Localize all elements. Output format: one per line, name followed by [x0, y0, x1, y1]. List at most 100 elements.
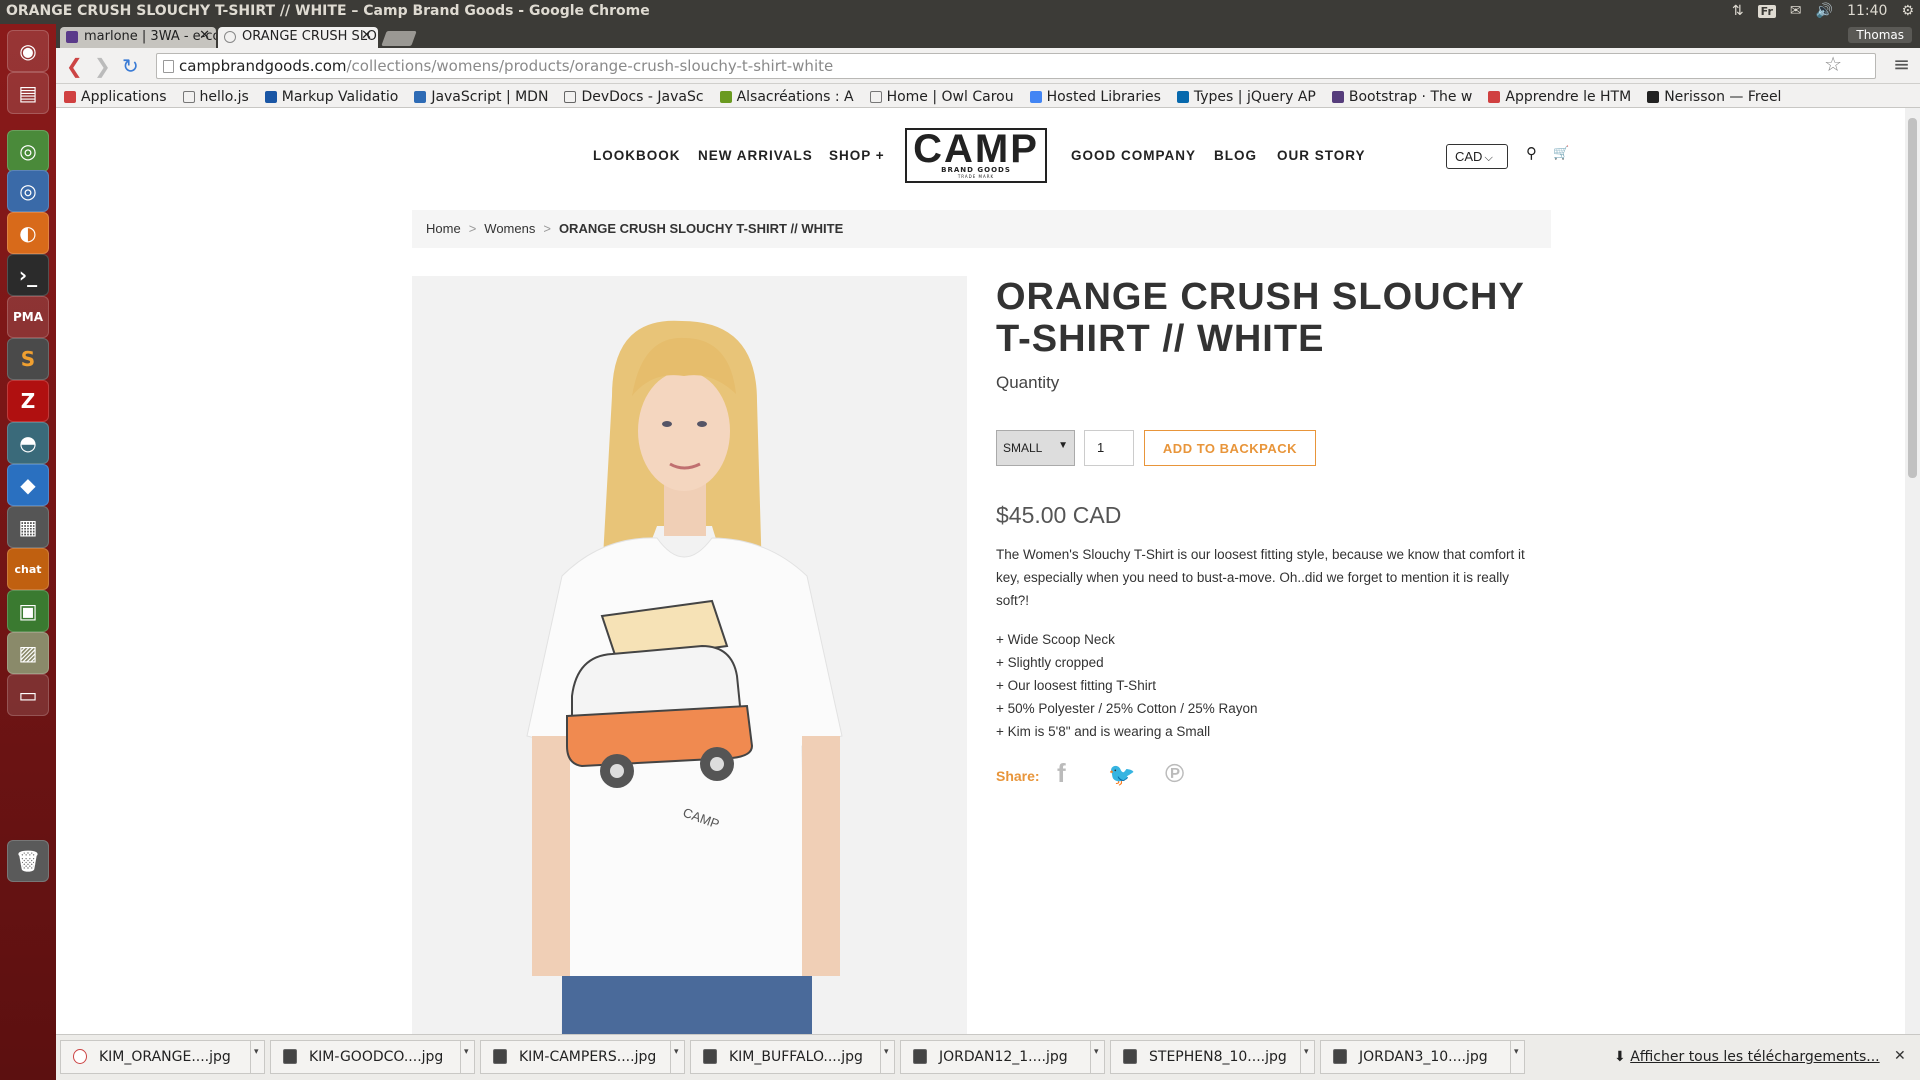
bootstrap-icon — [1331, 90, 1344, 103]
camp-logo[interactable]: CAMP BRAND GOODS TRADE MARK — [905, 128, 1047, 183]
bookmark-label: Nerisson — Freel — [1664, 88, 1782, 105]
tab-product[interactable]: ORANGE CRUSH SLO ✕ — [218, 27, 378, 48]
download-menu-arrow-icon[interactable]: ▾ — [250, 1041, 264, 1073]
quantity-input[interactable]: 1 — [1084, 430, 1134, 466]
cart-icon[interactable]: 🛒 — [1553, 146, 1569, 161]
logo-subtitle: BRAND GOODS — [941, 166, 1011, 174]
logo-wordmark: CAMP — [913, 127, 1039, 171]
remote-desktop-icon[interactable]: ◓ — [7, 422, 49, 464]
add-to-backpack-button[interactable]: ADD TO BACKPACK — [1144, 430, 1316, 466]
download-item[interactable]: KIM_BUFFALO....jpg ▾ — [690, 1040, 895, 1074]
bookmark-item[interactable]: hello.js — [182, 86, 249, 107]
download-item[interactable]: JORDAN3_10....jpg ▾ — [1320, 1040, 1525, 1074]
size-select[interactable]: SMALL ▼ — [996, 430, 1075, 466]
download-filename: KIM-GOODCO....jpg — [309, 1049, 444, 1065]
close-tab-icon[interactable]: ✕ — [199, 28, 210, 43]
breadcrumb-womens[interactable]: Womens — [484, 221, 535, 236]
page-scrollbar[interactable] — [1905, 108, 1920, 1034]
twitter-icon[interactable]: 🐦 — [1108, 762, 1135, 788]
download-menu-arrow-icon[interactable]: ▾ — [460, 1041, 474, 1073]
download-filename: JORDAN3_10....jpg — [1359, 1049, 1488, 1065]
bookmark-item[interactable]: Home | Owl Carou — [869, 86, 1014, 107]
forward-arrow-icon[interactable]: ❯ — [94, 54, 111, 78]
bookmark-item[interactable]: Alsacréations : A — [719, 86, 854, 107]
reload-icon[interactable]: ↻ — [122, 54, 139, 78]
network-icon[interactable]: ⇅ — [1732, 3, 1744, 19]
download-item[interactable]: STEPHEN8_10....jpg ▾ — [1110, 1040, 1315, 1074]
terminal-icon[interactable]: ›_ — [7, 254, 49, 296]
bookmark-label: Hosted Libraries — [1046, 88, 1161, 105]
chrome-icon[interactable]: ◎ — [7, 130, 49, 172]
dropbox-icon[interactable]: ◆ — [7, 464, 49, 506]
pinterest-icon[interactable]: ℗ — [1165, 758, 1184, 789]
workspace-switcher-icon[interactable]: ▭ — [7, 674, 49, 716]
bookmark-item[interactable]: Markup Validatio — [264, 86, 398, 107]
settings-gear-icon[interactable]: ⚙ — [1901, 3, 1914, 19]
facebook-icon[interactable]: f — [1057, 758, 1066, 789]
model-wearing-tshirt-image: CAMP — [412, 276, 967, 1034]
nav-blog[interactable]: BLOG — [1214, 148, 1257, 163]
download-menu-arrow-icon[interactable]: ▾ — [1090, 1041, 1104, 1073]
product-photo[interactable]: CAMP — [412, 276, 967, 1034]
firefox-icon[interactable]: ◐ — [7, 212, 49, 254]
trash-icon[interactable]: 🗑 — [7, 840, 49, 882]
files-icon[interactable]: ▤ — [7, 72, 49, 114]
chromium-icon[interactable]: ◎ — [7, 170, 49, 212]
bookmark-item[interactable]: Types | jQuery AP — [1176, 86, 1316, 107]
download-menu-arrow-icon[interactable]: ▾ — [880, 1041, 894, 1073]
bookmark-star-icon[interactable]: ☆ — [1824, 52, 1842, 76]
chat-icon[interactable]: chat — [7, 548, 49, 590]
bookmark-item[interactable]: JavaScript | MDN — [414, 86, 548, 107]
clock[interactable]: 11:40 — [1847, 3, 1887, 19]
bookmark-item[interactable]: Apprendre le HTM — [1488, 86, 1631, 107]
calculator-icon[interactable]: ▦ — [7, 506, 49, 548]
mail-icon[interactable]: ✉ — [1790, 3, 1802, 19]
bookmark-item[interactable]: Bootstrap · The w — [1331, 86, 1472, 107]
bookmark-label: hello.js — [199, 88, 249, 105]
chrome-menu-icon[interactable]: ≡ — [1893, 52, 1910, 76]
nav-good-company[interactable]: GOOD COMPANY — [1071, 148, 1196, 163]
nav-new-arrivals[interactable]: NEW ARRIVALS — [698, 148, 813, 163]
page-icon — [869, 90, 882, 103]
tab-marlone[interactable]: marlone | 3WA - e-co ✕ — [60, 27, 216, 48]
download-item[interactable]: KIM_ORANGE....jpg ▾ — [60, 1040, 265, 1074]
currency-select[interactable]: CAD ⌵ — [1446, 144, 1508, 169]
nav-lookbook[interactable]: LOOKBOOK — [593, 148, 681, 163]
bookmark-item[interactable]: Hosted Libraries — [1029, 86, 1161, 107]
download-item[interactable]: KIM-GOODCO....jpg ▾ — [270, 1040, 475, 1074]
phpmyadmin-icon[interactable]: PMA — [7, 296, 49, 338]
show-all-downloads-link[interactable]: ⬇ Afficher tous les téléchargements... — [1614, 1049, 1880, 1065]
download-menu-arrow-icon[interactable]: ▾ — [670, 1041, 684, 1073]
close-download-shelf-icon[interactable]: ✕ — [1894, 1048, 1906, 1064]
devdocs-icon — [564, 90, 577, 103]
page-icon — [163, 60, 174, 73]
image-viewer-icon[interactable]: ▨ — [7, 632, 49, 674]
scrollbar-thumb[interactable] — [1908, 118, 1917, 478]
address-bar[interactable]: campbrandgoods.com/collections/womens/pr… — [156, 53, 1876, 79]
bookmark-item[interactable]: DevDocs - JavaSc — [564, 86, 704, 107]
download-menu-arrow-icon[interactable]: ▾ — [1510, 1041, 1524, 1073]
breadcrumb-home[interactable]: Home — [426, 221, 461, 236]
ubuntu-dash-icon[interactable]: ◉ — [7, 30, 49, 72]
close-tab-icon[interactable]: ✕ — [361, 28, 372, 43]
search-icon[interactable]: ⚲ — [1526, 144, 1537, 162]
download-item[interactable]: JORDAN12_1....jpg ▾ — [900, 1040, 1105, 1074]
product-price: $45.00 CAD — [996, 502, 1122, 528]
bookmark-item[interactable]: Applications — [64, 86, 167, 107]
window-title: ORANGE CRUSH SLOUCHY T-SHIRT // WHITE – … — [6, 3, 650, 19]
back-arrow-icon[interactable]: ❮ — [66, 54, 83, 78]
file-image-icon — [493, 1049, 507, 1064]
nav-our-story[interactable]: OUR STORY — [1277, 148, 1366, 163]
volume-icon[interactable]: 🔊 — [1816, 3, 1833, 19]
nav-shop[interactable]: SHOP + — [829, 148, 885, 163]
keyboard-layout-indicator[interactable]: Fr — [1757, 4, 1776, 18]
cube-app-icon[interactable]: ▣ — [7, 590, 49, 632]
profile-user-button[interactable]: Thomas — [1848, 27, 1912, 43]
nerisson-icon — [1647, 90, 1660, 103]
download-item[interactable]: KIM-CAMPERS....jpg ▾ — [480, 1040, 685, 1074]
download-menu-arrow-icon[interactable]: ▾ — [1300, 1041, 1314, 1073]
filezilla-icon[interactable]: Z — [7, 380, 49, 422]
new-tab-button[interactable] — [381, 31, 417, 46]
sublime-text-icon[interactable]: S — [7, 338, 49, 380]
bookmark-item[interactable]: Nerisson — Freel — [1647, 86, 1781, 107]
